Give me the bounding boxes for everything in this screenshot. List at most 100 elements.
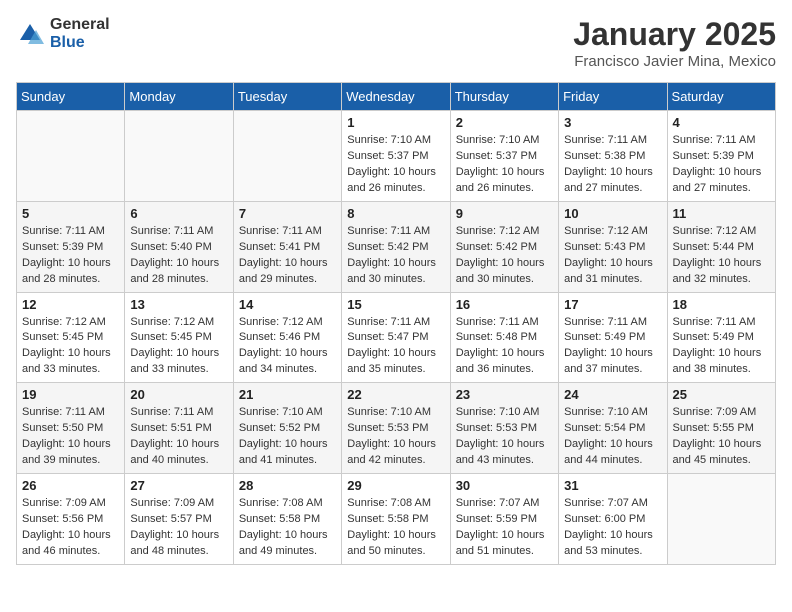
day-number: 19 bbox=[22, 387, 119, 402]
calendar-day-cell: 8 Sunrise: 7:11 AMSunset: 5:42 PMDaylight… bbox=[342, 201, 450, 292]
weekday-header: Saturday bbox=[667, 83, 775, 111]
day-number: 26 bbox=[22, 478, 119, 493]
logo: General Blue bbox=[16, 16, 110, 51]
day-info: Sunrise: 7:11 AMSunset: 5:48 PMDaylight:… bbox=[456, 315, 553, 379]
day-info: Sunrise: 7:11 AMSunset: 5:49 PMDaylight:… bbox=[564, 315, 661, 379]
day-number: 22 bbox=[347, 387, 444, 402]
day-info: Sunrise: 7:10 AMSunset: 5:53 PMDaylight:… bbox=[456, 405, 553, 469]
day-info: Sunrise: 7:09 AMSunset: 5:57 PMDaylight:… bbox=[130, 496, 227, 560]
calendar-day-cell: 27 Sunrise: 7:09 AMSunset: 5:57 PMDayligh… bbox=[125, 474, 233, 565]
calendar-week-row: 12Sunrise: 7:12 AMSunset: 5:45 PMDayligh… bbox=[17, 292, 776, 383]
calendar-day-cell: 26 Sunrise: 7:09 AMSunset: 5:56 PMDayligh… bbox=[17, 474, 125, 565]
day-number: 13 bbox=[130, 297, 227, 312]
day-number: 24 bbox=[564, 387, 661, 402]
day-number: 30 bbox=[456, 478, 553, 493]
day-number: 31 bbox=[564, 478, 661, 493]
calendar-day-cell: 17 Sunrise: 7:11 AMSunset: 5:49 PMDayligh… bbox=[559, 292, 667, 383]
day-number: 9 bbox=[456, 206, 553, 221]
day-number: 27 bbox=[130, 478, 227, 493]
calendar-day-cell: 30 Sunrise: 7:07 AMSunset: 5:59 PMDayligh… bbox=[450, 474, 558, 565]
calendar-day-cell: 20 Sunrise: 7:11 AMSunset: 5:51 PMDayligh… bbox=[125, 383, 233, 474]
day-number: 15 bbox=[347, 297, 444, 312]
day-number: 21 bbox=[239, 387, 336, 402]
calendar-day-cell: 25 Sunrise: 7:09 AMSunset: 5:55 PMDayligh… bbox=[667, 383, 775, 474]
day-info: Sunrise: 7:12 AMSunset: 5:45 PMDaylight:… bbox=[130, 315, 227, 379]
calendar-day-cell: 11 Sunrise: 7:12 AMSunset: 5:44 PMDayligh… bbox=[667, 201, 775, 292]
day-number: 29 bbox=[347, 478, 444, 493]
day-number: 2 bbox=[456, 115, 553, 130]
calendar-day-cell: 24Sunrise: 7:10 AMSunset: 5:54 PMDayligh… bbox=[559, 383, 667, 474]
weekday-header: Thursday bbox=[450, 83, 558, 111]
calendar-day-cell bbox=[17, 111, 125, 202]
calendar-week-row: 26 Sunrise: 7:09 AMSunset: 5:56 PMDayligh… bbox=[17, 474, 776, 565]
month-title: January 2025 bbox=[573, 16, 776, 53]
day-number: 23 bbox=[456, 387, 553, 402]
weekday-header: Monday bbox=[125, 83, 233, 111]
day-info: Sunrise: 7:12 AMSunset: 5:43 PMDaylight:… bbox=[564, 224, 661, 288]
day-number: 5 bbox=[22, 206, 119, 221]
day-info: Sunrise: 7:10 AMSunset: 5:53 PMDaylight:… bbox=[347, 405, 444, 469]
day-info: Sunrise: 7:12 AMSunset: 5:42 PMDaylight:… bbox=[456, 224, 553, 288]
weekday-header: Friday bbox=[559, 83, 667, 111]
day-number: 1 bbox=[347, 115, 444, 130]
calendar-day-cell bbox=[125, 111, 233, 202]
day-number: 20 bbox=[130, 387, 227, 402]
day-number: 6 bbox=[130, 206, 227, 221]
calendar-day-cell: 29Sunrise: 7:08 AMSunset: 5:58 PMDayligh… bbox=[342, 474, 450, 565]
calendar-day-cell: 19 Sunrise: 7:11 AMSunset: 5:50 PMDayligh… bbox=[17, 383, 125, 474]
calendar-week-row: 5Sunrise: 7:11 AMSunset: 5:39 PMDaylight… bbox=[17, 201, 776, 292]
logo-general-text: General bbox=[50, 16, 110, 34]
day-info: Sunrise: 7:11 AMSunset: 5:47 PMDaylight:… bbox=[347, 315, 444, 379]
day-info: Sunrise: 7:12 AMSunset: 5:44 PMDaylight:… bbox=[673, 224, 770, 288]
day-info: Sunrise: 7:07 AMSunset: 5:59 PMDaylight:… bbox=[456, 496, 553, 560]
weekday-header: Sunday bbox=[17, 83, 125, 111]
calendar-day-cell: 22 Sunrise: 7:10 AMSunset: 5:53 PMDayligh… bbox=[342, 383, 450, 474]
day-info: Sunrise: 7:10 AMSunset: 5:37 PMDaylight:… bbox=[456, 133, 553, 197]
day-info: Sunrise: 7:09 AMSunset: 5:55 PMDaylight:… bbox=[673, 405, 770, 469]
day-info: Sunrise: 7:12 AMSunset: 5:45 PMDaylight:… bbox=[22, 315, 119, 379]
calendar-day-cell: 2 Sunrise: 7:10 AMSunset: 5:37 PMDaylight… bbox=[450, 111, 558, 202]
day-info: Sunrise: 7:11 AMSunset: 5:42 PMDaylight:… bbox=[347, 224, 444, 288]
weekday-header-row: SundayMondayTuesdayWednesdayThursdayFrid… bbox=[17, 83, 776, 111]
day-number: 7 bbox=[239, 206, 336, 221]
day-number: 4 bbox=[673, 115, 770, 130]
day-info: Sunrise: 7:11 AMSunset: 5:40 PMDaylight:… bbox=[130, 224, 227, 288]
day-info: Sunrise: 7:09 AMSunset: 5:56 PMDaylight:… bbox=[22, 496, 119, 560]
calendar-day-cell bbox=[233, 111, 341, 202]
calendar-day-cell: 15 Sunrise: 7:11 AMSunset: 5:47 PMDayligh… bbox=[342, 292, 450, 383]
weekday-header: Wednesday bbox=[342, 83, 450, 111]
calendar-day-cell: 31Sunrise: 7:07 AMSunset: 6:00 PMDayligh… bbox=[559, 474, 667, 565]
calendar-day-cell: 5Sunrise: 7:11 AMSunset: 5:39 PMDaylight… bbox=[17, 201, 125, 292]
calendar-week-row: 1 Sunrise: 7:10 AMSunset: 5:37 PMDaylight… bbox=[17, 111, 776, 202]
day-info: Sunrise: 7:10 AMSunset: 5:37 PMDaylight:… bbox=[347, 133, 444, 197]
calendar-day-cell: 6 Sunrise: 7:11 AMSunset: 5:40 PMDaylight… bbox=[125, 201, 233, 292]
day-info: Sunrise: 7:10 AMSunset: 5:52 PMDaylight:… bbox=[239, 405, 336, 469]
day-number: 10 bbox=[564, 206, 661, 221]
day-number: 18 bbox=[673, 297, 770, 312]
day-number: 25 bbox=[673, 387, 770, 402]
day-info: Sunrise: 7:11 AMSunset: 5:49 PMDaylight:… bbox=[673, 315, 770, 379]
calendar-day-cell bbox=[667, 474, 775, 565]
weekday-header: Tuesday bbox=[233, 83, 341, 111]
day-number: 11 bbox=[673, 206, 770, 221]
day-info: Sunrise: 7:11 AMSunset: 5:38 PMDaylight:… bbox=[564, 133, 661, 197]
day-info: Sunrise: 7:08 AMSunset: 5:58 PMDaylight:… bbox=[239, 496, 336, 560]
calendar-day-cell: 28 Sunrise: 7:08 AMSunset: 5:58 PMDayligh… bbox=[233, 474, 341, 565]
calendar-day-cell: 18 Sunrise: 7:11 AMSunset: 5:49 PMDayligh… bbox=[667, 292, 775, 383]
calendar-day-cell: 1 Sunrise: 7:10 AMSunset: 5:37 PMDaylight… bbox=[342, 111, 450, 202]
day-number: 16 bbox=[456, 297, 553, 312]
day-info: Sunrise: 7:11 AMSunset: 5:50 PMDaylight:… bbox=[22, 405, 119, 469]
location-text: Francisco Javier Mina, Mexico bbox=[573, 53, 776, 70]
logo-blue-text: Blue bbox=[50, 34, 110, 52]
day-number: 28 bbox=[239, 478, 336, 493]
calendar-day-cell: 13 Sunrise: 7:12 AMSunset: 5:45 PMDayligh… bbox=[125, 292, 233, 383]
calendar-day-cell: 9 Sunrise: 7:12 AMSunset: 5:42 PMDaylight… bbox=[450, 201, 558, 292]
day-info: Sunrise: 7:11 AMSunset: 5:51 PMDaylight:… bbox=[130, 405, 227, 469]
calendar-day-cell: 7 Sunrise: 7:11 AMSunset: 5:41 PMDaylight… bbox=[233, 201, 341, 292]
day-number: 3 bbox=[564, 115, 661, 130]
day-number: 17 bbox=[564, 297, 661, 312]
day-number: 8 bbox=[347, 206, 444, 221]
day-info: Sunrise: 7:11 AMSunset: 5:41 PMDaylight:… bbox=[239, 224, 336, 288]
calendar-day-cell: 4Sunrise: 7:11 AMSunset: 5:39 PMDaylight… bbox=[667, 111, 775, 202]
calendar-day-cell: 14Sunrise: 7:12 AMSunset: 5:46 PMDayligh… bbox=[233, 292, 341, 383]
